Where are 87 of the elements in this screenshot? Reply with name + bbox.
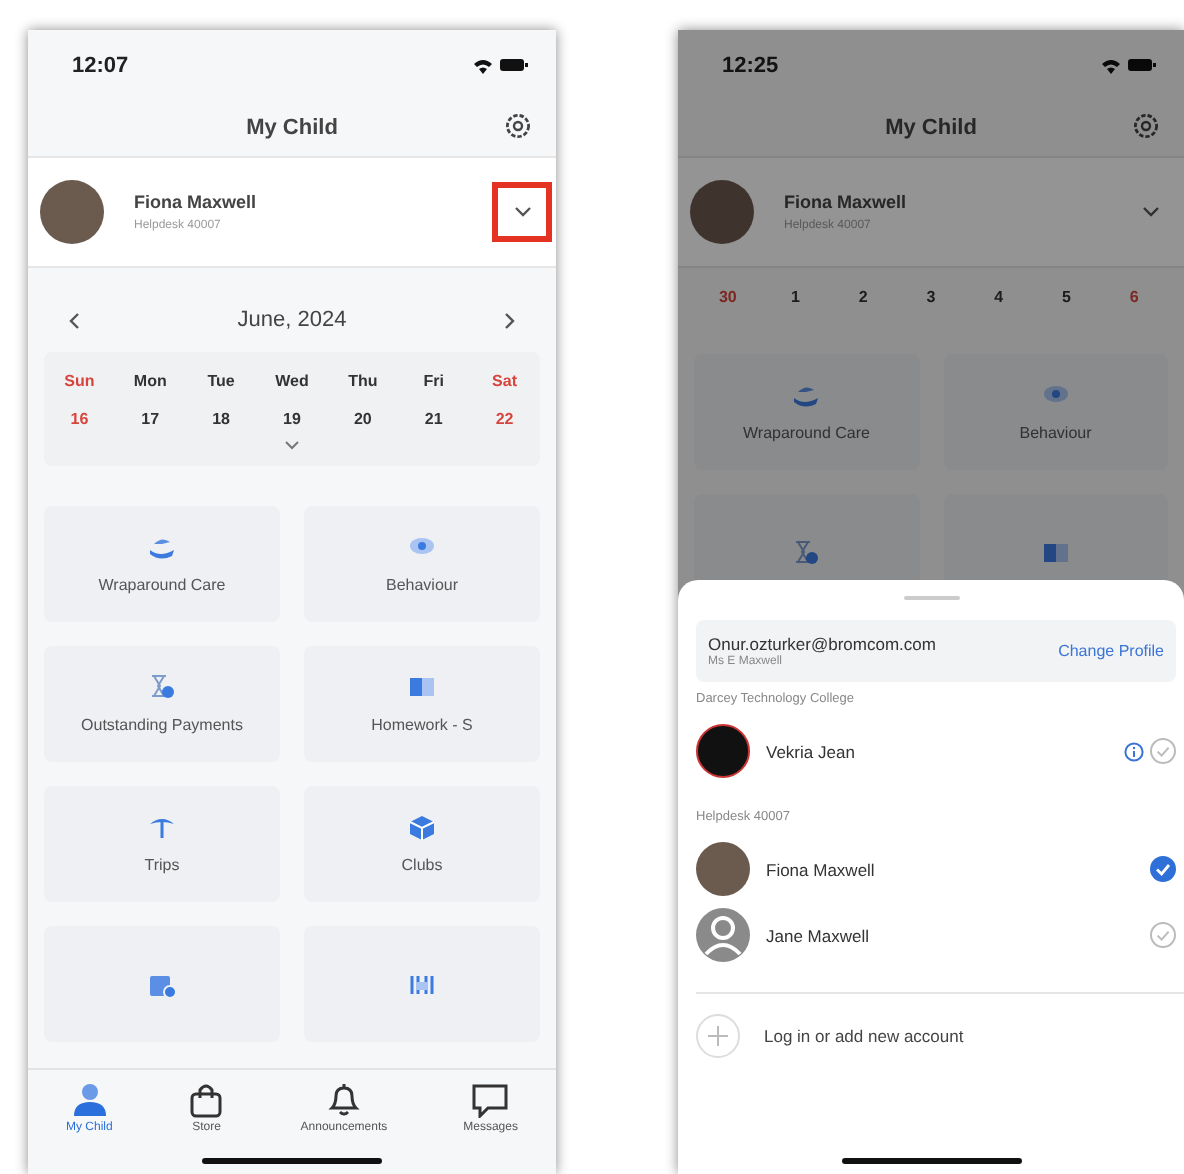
date-label: 21 bbox=[424, 410, 443, 428]
menu-tile[interactable]: Clubs bbox=[304, 786, 540, 902]
weekday-label: Tue bbox=[207, 372, 235, 390]
tile-label: Trips bbox=[144, 856, 180, 874]
menu-tile[interactable]: Wraparound Care bbox=[44, 506, 280, 622]
add-account-link[interactable]: Log in or add new account bbox=[764, 1026, 964, 1046]
person-silhouette-icon bbox=[696, 908, 750, 962]
month-label: June, 2024 bbox=[237, 308, 347, 332]
tile-label: Wraparound Care bbox=[98, 576, 226, 594]
date-label: 18 bbox=[212, 410, 231, 428]
weekday-label: Wed bbox=[275, 372, 309, 390]
info-icon[interactable] bbox=[1124, 741, 1144, 761]
tile-label: Homework - S bbox=[371, 716, 473, 734]
weekday-label: Thu bbox=[348, 372, 378, 390]
date-label: 6 bbox=[1129, 288, 1139, 306]
menu-tile[interactable]: Outstanding Payments bbox=[44, 646, 280, 762]
chevron-right-icon[interactable] bbox=[504, 311, 516, 329]
menu-tile[interactable] bbox=[304, 926, 540, 1042]
tile-label: Wraparound Care bbox=[743, 424, 870, 442]
menu-tile[interactable]: Behaviour bbox=[943, 354, 1168, 470]
hourglass-icon bbox=[148, 674, 176, 700]
tile-label: Clubs bbox=[401, 856, 443, 874]
account-email: Onur.ozturker@bromcom.com bbox=[708, 634, 936, 654]
student-row[interactable]: Fiona Maxwell bbox=[678, 836, 1184, 902]
checkmark-icon[interactable] bbox=[1150, 738, 1176, 764]
person-icon bbox=[71, 1082, 108, 1118]
child-name: Fiona Maxwell bbox=[784, 192, 909, 212]
photo-placeholder bbox=[690, 180, 754, 244]
weekday-label: Fri bbox=[423, 372, 444, 390]
date-label: 17 bbox=[141, 410, 160, 428]
logo-avatar bbox=[696, 724, 750, 778]
settings-icon[interactable] bbox=[1132, 112, 1160, 140]
date-label: 16 bbox=[70, 410, 89, 428]
date-label: 30 bbox=[718, 288, 737, 306]
menu-tile[interactable]: Trips bbox=[44, 786, 280, 902]
photo-placeholder bbox=[40, 180, 104, 244]
student-name: Fiona Maxwell bbox=[766, 859, 877, 879]
tile-label: Behaviour bbox=[1019, 424, 1092, 442]
bell-icon bbox=[325, 1082, 362, 1118]
date-label: 22 bbox=[495, 410, 514, 428]
weekday-label: Sun bbox=[64, 372, 95, 390]
date-label: 5 bbox=[1061, 288, 1071, 306]
chat-bubble-icon bbox=[472, 1082, 509, 1118]
child-name: Fiona Maxwell bbox=[134, 192, 259, 212]
chevron-left-icon[interactable] bbox=[68, 311, 80, 329]
date-label: 19 bbox=[283, 410, 301, 428]
date-label: 4 bbox=[994, 288, 1004, 306]
screen-title: My Child bbox=[885, 116, 977, 140]
menu-tile[interactable]: Behaviour bbox=[304, 506, 540, 622]
student-name: Jane Maxwell bbox=[766, 925, 871, 945]
student-row[interactable]: Jane Maxwell bbox=[678, 902, 1184, 968]
calendar-icon bbox=[148, 971, 176, 997]
menu-tile[interactable] bbox=[44, 926, 280, 1042]
status-time: 12:25 bbox=[722, 53, 779, 77]
date-label: 3 bbox=[926, 288, 936, 306]
menu-tile[interactable]: Wraparound Care bbox=[694, 354, 919, 470]
eye-icon bbox=[1041, 382, 1070, 408]
battery-icon bbox=[1128, 58, 1156, 72]
screen-title: My Child bbox=[246, 116, 338, 140]
tile-label: Outstanding Payments bbox=[81, 716, 243, 734]
bag-icon bbox=[188, 1082, 225, 1118]
cube-icon bbox=[408, 814, 436, 840]
date-label: 2 bbox=[858, 288, 868, 306]
student-name: Vekria Jean bbox=[766, 741, 857, 761]
eye-icon bbox=[408, 534, 436, 560]
chevron-down-icon[interactable] bbox=[284, 440, 300, 450]
date-label: 1 bbox=[791, 288, 800, 306]
chevron-down-icon[interactable] bbox=[513, 206, 531, 218]
photo-placeholder bbox=[696, 842, 750, 896]
settings-icon[interactable] bbox=[504, 112, 532, 140]
drag-handle[interactable] bbox=[903, 596, 959, 600]
menu-tile[interactable]: Homework - S bbox=[304, 646, 540, 762]
weekday-label: Mon bbox=[133, 372, 167, 390]
checkmark-icon[interactable] bbox=[1150, 856, 1176, 882]
wifi-icon bbox=[1100, 57, 1122, 73]
change-profile-link[interactable]: Change Profile bbox=[1058, 642, 1164, 660]
date-label: 20 bbox=[353, 410, 372, 428]
status-time: 12:07 bbox=[72, 53, 129, 77]
battery-icon bbox=[500, 58, 528, 72]
book-icon bbox=[408, 674, 436, 700]
tile-label: Behaviour bbox=[385, 576, 459, 594]
wifi-icon bbox=[472, 57, 494, 73]
book-icon bbox=[1041, 539, 1070, 565]
checkmark-icon[interactable] bbox=[1150, 922, 1176, 948]
hourglass-icon bbox=[792, 539, 821, 565]
chevron-down-icon[interactable] bbox=[1141, 206, 1159, 218]
weekday-label: Sat bbox=[492, 372, 517, 390]
